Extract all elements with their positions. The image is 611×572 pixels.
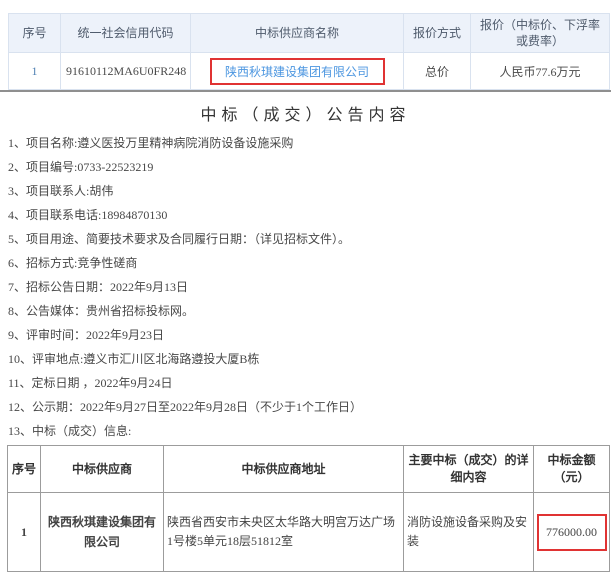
cell-award-amount: 776000.00 [534, 493, 610, 572]
list-item: 4、项目联系电话:18984870130 [8, 203, 611, 227]
list-item: 9、评审时间：2022年9月23日 [8, 323, 611, 347]
summary-data-row: 1 91610112MA6U0FR248 陕西秋琪建设集团有限公司 总价 人民币… [9, 53, 610, 90]
list-item: 6、招标方式:竞争性磋商 [8, 251, 611, 275]
header-award-content: 主要中标（成交）的详细内容 [404, 446, 534, 493]
list-item: 3、项目联系人:胡伟 [8, 179, 611, 203]
cell-quote: 人民币77.6万元 [471, 53, 610, 90]
list-item: 11、定标日期 ，2022年9月24日 [8, 371, 611, 395]
section-divider [0, 90, 611, 92]
cell-award-content: 消防设施设备采购及安装 [404, 493, 534, 572]
list-item: 5、项目用途、简要技术要求及合同履行日期：（详见招标文件）。 [8, 227, 611, 251]
header-seq: 序号 [8, 446, 41, 493]
header-quote: 报价（中标价、下浮率或费率） [471, 14, 610, 53]
header-credit-code: 统一社会信用代码 [61, 14, 191, 53]
cell-supplier-address: 陕西省西安市未央区太华路大明宫万达广场1号楼5单元18层51812室 [164, 493, 404, 572]
list-item: 12、公示期：2022年9月27日至2022年9月28日（不少于1个工作日） [8, 395, 611, 419]
cell-quote-method: 总价 [404, 53, 471, 90]
red-annotation-box-amount: 776000.00 [537, 514, 607, 551]
list-item: 13、中标（成交）信息: [8, 419, 611, 443]
list-item: 8、公告媒体：贵州省招标投标网。 [8, 299, 611, 323]
winning-supplier-summary-table: 序号 统一社会信用代码 中标供应商名称 报价方式 报价（中标价、下浮率或费率） … [8, 13, 610, 90]
cell-seq: 1 [9, 53, 61, 90]
cell-seq: 1 [8, 493, 41, 572]
supplier-link[interactable]: 陕西秋琪建设集团有限公司 [225, 65, 369, 79]
header-award-amount: 中标金额（元） [534, 446, 610, 493]
award-amount-value: 776000.00 [546, 525, 597, 539]
award-data-row: 1 陕西秋琪建设集团有限公司 陕西省西安市未央区太华路大明宫万达广场1号楼5单元… [8, 493, 610, 572]
list-item: 2、项目编号:0733-22523219 [8, 155, 611, 179]
list-item: 1、项目名称:遵义医投万里精神病院消防设备设施采购 [8, 131, 611, 155]
announcement-item-list: 1、项目名称:遵义医投万里精神病院消防设备设施采购 2、项目编号:0733-22… [0, 131, 611, 443]
list-item: 7、招标公告日期：2022年9月13日 [8, 275, 611, 299]
header-supplier: 中标供应商 [41, 446, 164, 493]
cell-credit-code: 91610112MA6U0FR248 [61, 53, 191, 90]
summary-header-row: 序号 统一社会信用代码 中标供应商名称 报价方式 报价（中标价、下浮率或费率） [9, 14, 610, 53]
header-seq: 序号 [9, 14, 61, 53]
header-supplier-address: 中标供应商地址 [164, 446, 404, 493]
header-supplier-name: 中标供应商名称 [191, 14, 404, 53]
red-annotation-box-supplier: 陕西秋琪建设集团有限公司 [210, 58, 385, 85]
award-info-table: 序号 中标供应商 中标供应商地址 主要中标（成交）的详细内容 中标金额（元） 1… [7, 445, 610, 572]
award-header-row: 序号 中标供应商 中标供应商地址 主要中标（成交）的详细内容 中标金额（元） [8, 446, 610, 493]
supplier-summary-section: 序号 统一社会信用代码 中标供应商名称 报价方式 报价（中标价、下浮率或费率） … [0, 0, 611, 90]
header-quote-method: 报价方式 [404, 14, 471, 53]
page-title: 中标（成交）公告内容 [0, 101, 611, 125]
seq-number: 1 [21, 525, 27, 539]
cell-supplier-name: 陕西秋琪建设集团有限公司 [191, 53, 404, 90]
list-item: 10、评审地点:遵义市汇川区北海路遵投大厦B栋 [8, 347, 611, 371]
seq-number: 1 [32, 64, 38, 78]
supplier-link[interactable]: 陕西秋琪建设集团有限公司 [41, 493, 164, 572]
